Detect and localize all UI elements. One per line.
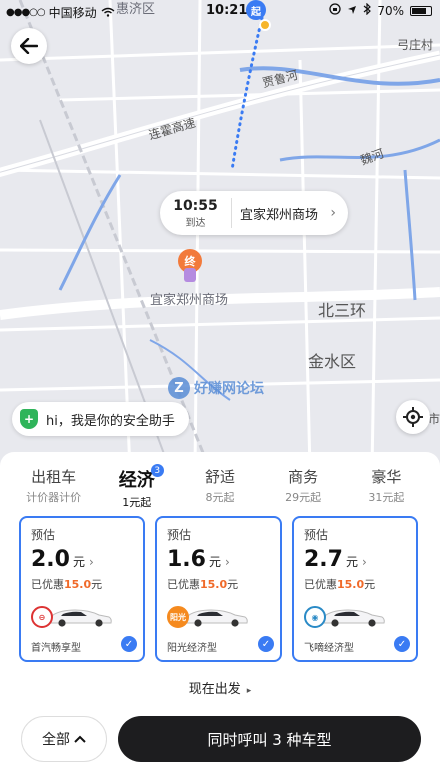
ride-option-card[interactable]: 预估 1.6 元 › 已优惠15.0元 阳光 阳光经济型 ✓ [155, 516, 282, 662]
chevron-right-icon: › [362, 555, 367, 569]
tab-sub: 8元起 [205, 491, 235, 504]
tab-label: 舒适 [204, 468, 235, 486]
arrival-sub-label: 到达 [185, 217, 206, 229]
safety-assistant-button[interactable]: + hi，我是你的安全助手 [12, 402, 189, 436]
checkmark-icon: ✓ [258, 636, 274, 652]
watermark: Z 好赚网论坛 [168, 377, 264, 399]
bluetooth-icon [363, 2, 372, 18]
checkmark-icon: ✓ [121, 636, 137, 652]
brand-logo-icon: 阳光 [167, 606, 189, 628]
car-icon [185, 609, 248, 627]
car-type-name: 首汽畅享型 [31, 643, 81, 654]
ride-option-cards: 预估 2.0 元 › 已优惠15.0元 首汽⊖ 首汽畅享型 ✓ 预 [19, 516, 418, 662]
tab-business[interactable]: 商务 29元起 [265, 466, 341, 510]
ride-options-sheet: 出租车 计价器计价 经济 1元起 3 舒适 8元起 商务 29元起 豪华 31元… [0, 452, 440, 782]
arrival-info-card[interactable]: 10:55 到达 宜家郑州商场 › [160, 191, 348, 235]
discount-amount: 15.0 [200, 578, 228, 591]
locate-me-button[interactable] [396, 400, 430, 434]
chevron-right-icon: › [225, 555, 230, 569]
departure-time-label: 现在出发 [188, 682, 241, 697]
estimate-label: 预估 [167, 528, 192, 542]
tab-count-badge: 3 [150, 464, 164, 477]
tab-sub: 31元起 [368, 491, 405, 504]
arrival-time: 10:55 [173, 197, 218, 214]
destination-name: 宜家郑州商场 [240, 207, 319, 223]
tab-sub: 计价器计价 [26, 491, 82, 504]
signal-icon: ●●●○○ [6, 7, 46, 18]
start-marker: 起 [246, 0, 266, 20]
car-icon [49, 609, 112, 627]
clock: 10:21 [206, 3, 248, 18]
triangle-right-icon: ▸ [246, 686, 252, 696]
shield-icon: + [20, 409, 38, 429]
price-value: 2.0 [31, 547, 70, 572]
ride-category-tabs: 出租车 计价器计价 经济 1元起 3 舒适 8元起 商务 29元起 豪华 31元… [0, 464, 440, 510]
wifi-icon [101, 6, 115, 20]
map-label-ring-road: 北三环 [318, 301, 367, 320]
back-button[interactable] [11, 28, 47, 64]
show-all-button[interactable]: 全部 [21, 716, 107, 762]
lock-rotation-icon [329, 3, 341, 18]
price-value: 2.7 [304, 547, 343, 572]
tab-economy[interactable]: 经济 1元起 3 [99, 464, 175, 510]
tab-label: 商务 [288, 468, 319, 486]
discount-text: 已优惠15.0元 [304, 578, 376, 591]
arrow-left-icon [20, 38, 38, 54]
discount-amount: 15.0 [337, 578, 365, 591]
price-unit: 元 [345, 555, 358, 569]
car-type-name: 阳光经济型 [167, 643, 217, 654]
price-unit: 元 [72, 555, 85, 569]
map-roads [0, 0, 440, 470]
discount-text: 已优惠15.0元 [31, 578, 103, 591]
ride-option-card[interactable]: 预估 2.0 元 › 已优惠15.0元 首汽⊖ 首汽畅享型 ✓ [19, 516, 145, 662]
location-icon [347, 4, 357, 18]
tab-sub: 1元起 [122, 496, 152, 509]
status-bar: ●●●○○ 中国移动 10:21 70% [0, 0, 440, 24]
crosshair-icon [403, 407, 423, 427]
tab-label: 豪华 [371, 468, 402, 486]
chevron-up-icon [74, 735, 86, 743]
chevron-right-icon: › [330, 205, 336, 221]
tab-taxi[interactable]: 出租车 计价器计价 [16, 466, 92, 510]
price-value: 1.6 [167, 547, 206, 572]
battery-percent: 70% [377, 3, 404, 18]
brand-logo-icon: 首汽⊖ [31, 606, 53, 628]
call-car-button[interactable]: 同时呼叫 3 种车型 [118, 716, 421, 762]
map-view[interactable]: 惠济区 弓庄村 贾鲁河 连霍高速 魏河 宜家郑州商场 北三环 金水区 市 [0, 0, 440, 470]
battery-icon [410, 5, 432, 16]
map-label-district-2: 金水区 [308, 352, 357, 371]
ride-option-card[interactable]: 预估 2.7 元 › 已优惠15.0元 飞嘀◉ 飞嘀经济型 ✓ [292, 516, 418, 662]
checkmark-icon: ✓ [394, 636, 410, 652]
brand-logo-icon: 飞嘀◉ [304, 606, 326, 628]
tab-comfort[interactable]: 舒适 8元起 [182, 466, 258, 510]
car-type-name: 飞嘀经济型 [304, 643, 354, 654]
map-label-village: 弓庄村 [397, 38, 434, 52]
carrier-name: 中国移动 [48, 6, 97, 20]
mall-poi-icon [184, 268, 196, 282]
chevron-right-icon: › [89, 555, 94, 569]
car-icon [322, 609, 385, 627]
watermark-logo-icon: Z [168, 377, 190, 399]
show-all-label: 全部 [42, 732, 70, 748]
tab-luxury[interactable]: 豪华 31元起 [348, 466, 424, 510]
estimate-label: 预估 [31, 528, 56, 542]
departure-time-selector[interactable]: 现在出发 ▸ [0, 678, 440, 697]
watermark-text: 好赚网论坛 [194, 381, 264, 397]
discount-amount: 15.0 [64, 578, 92, 591]
map-label-mall: 宜家郑州商场 [150, 293, 229, 308]
current-location-dot [259, 19, 271, 31]
tab-label: 出租车 [31, 468, 77, 486]
price-unit: 元 [208, 555, 221, 569]
safety-assistant-text: hi，我是你的安全助手 [46, 413, 175, 429]
estimate-label: 预估 [304, 528, 329, 542]
discount-text: 已优惠15.0元 [167, 578, 239, 591]
tab-sub: 29元起 [285, 491, 322, 504]
